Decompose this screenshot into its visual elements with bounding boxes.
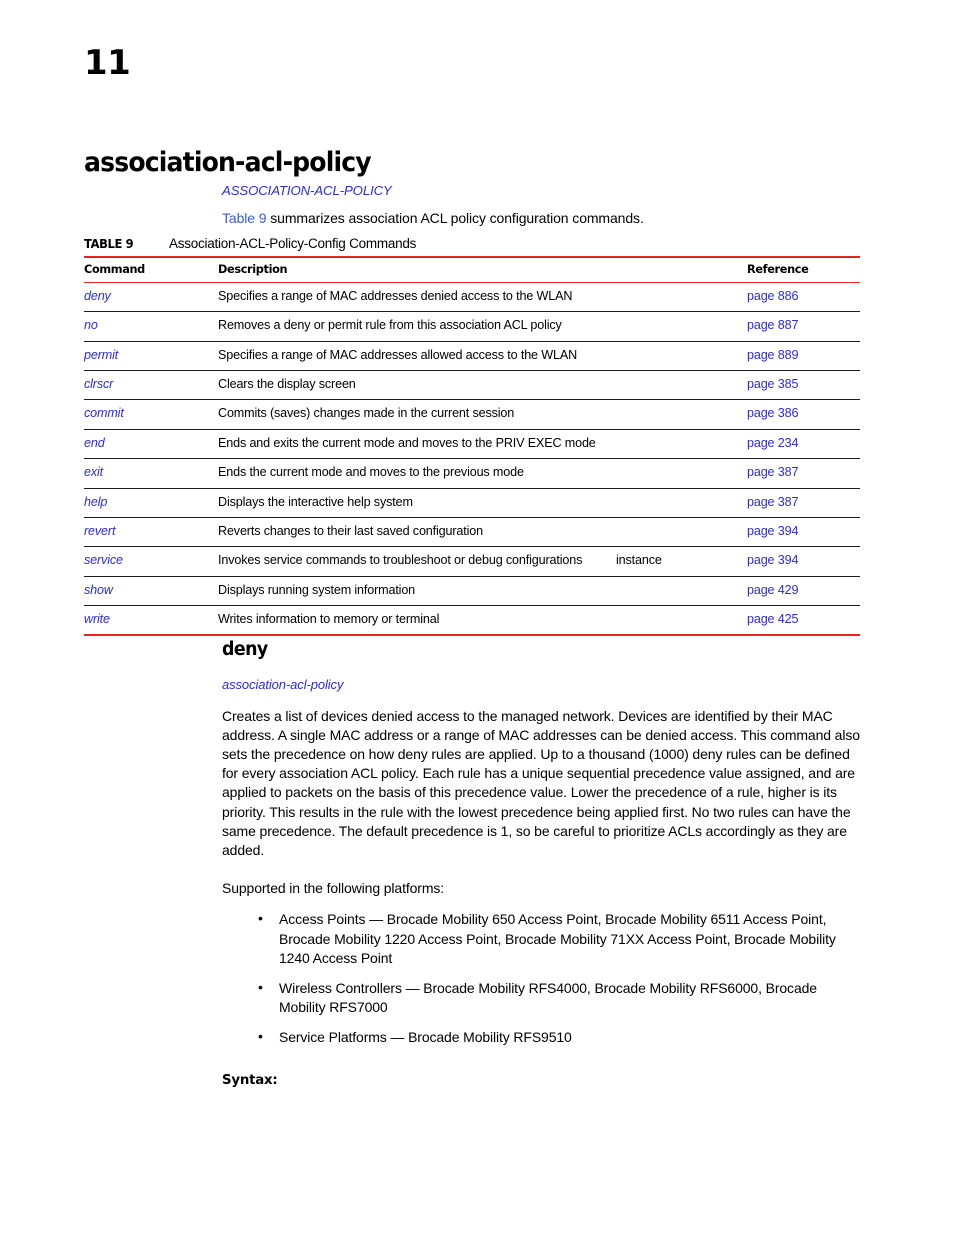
command-name-link[interactable]: commit bbox=[84, 399, 218, 430]
command-name-link[interactable]: service bbox=[84, 546, 218, 577]
reference-page-link[interactable]: page 889 bbox=[747, 341, 860, 372]
command-description-text: Specifies a range of MAC addresses denie… bbox=[218, 289, 573, 303]
reference-page-link[interactable]: page 429 bbox=[747, 576, 860, 606]
table-caption-label: TABLE 9 bbox=[84, 236, 134, 251]
platforms-list: • Access Points — Brocade Mobility 650 Ac… bbox=[222, 910, 867, 1047]
table-caption: TABLE 9 Association-ACL-Policy-Config Co… bbox=[84, 236, 860, 256]
document-page: 11 association-acl-policy ASSOCIATION-AC… bbox=[0, 0, 954, 1235]
platforms-lead-in: Supported in the following platforms: bbox=[222, 880, 445, 897]
command-description: Reverts changes to their last saved conf… bbox=[218, 517, 747, 548]
reference-page-link[interactable]: page 887 bbox=[747, 311, 860, 342]
deny-heading: deny bbox=[222, 639, 268, 660]
table-row: clrscr Clears the display screen page 385 bbox=[84, 370, 860, 401]
page-title: association-acl-policy bbox=[84, 147, 372, 179]
command-description: Displays running system information bbox=[218, 576, 747, 606]
table-row: no Removes a deny or permit rule from thi… bbox=[84, 311, 860, 342]
command-description: Ends the current mode and moves to the p… bbox=[218, 458, 747, 489]
command-name-link[interactable]: end bbox=[84, 429, 218, 460]
command-description: Clears the display screen bbox=[218, 370, 747, 401]
table-row: permit Specifies a range of MAC addresses… bbox=[84, 341, 860, 372]
command-description: Specifies a range of MAC addresses allow… bbox=[218, 341, 747, 372]
table-row: show Displays running system information p… bbox=[84, 576, 860, 606]
bullet-icon: • bbox=[258, 978, 263, 995]
commands-table-block: TABLE 9 Association-ACL-Policy-Config Co… bbox=[84, 236, 860, 637]
list-item-label: Access Points — Brocade Mobility 650 Acc… bbox=[279, 911, 836, 966]
command-description-text: Ends and exits the current mode and move… bbox=[218, 435, 596, 450]
intro-xref-link[interactable]: ASSOCIATION-ACL-POLICY bbox=[222, 183, 867, 198]
deny-xref-link[interactable]: association-acl-policy bbox=[222, 677, 867, 692]
table-header-row: Command Description Reference bbox=[84, 256, 860, 283]
table-row: exit Ends the current mode and moves to t… bbox=[84, 458, 860, 489]
command-description-text: Commits (saves) changes made in the curr… bbox=[218, 406, 515, 421]
reference-page-link[interactable]: page 394 bbox=[747, 517, 860, 548]
list-item-label: Service Platforms — Brocade Mobility RFS… bbox=[279, 1029, 572, 1046]
intro-sentence-rest: summarizes association ACL policy config… bbox=[266, 210, 644, 226]
command-description-text: Clears the display screen bbox=[218, 377, 356, 392]
command-inline-note: instance bbox=[616, 553, 662, 568]
deny-section: deny association-acl-policy Creates a li… bbox=[222, 639, 867, 1088]
list-item: • Access Points — Brocade Mobility 650 Ac… bbox=[222, 910, 867, 968]
table-row: revert Reverts changes to their last save… bbox=[84, 517, 860, 548]
command-description-text: Removes a deny or permit rule from this … bbox=[218, 318, 562, 333]
command-name-link[interactable]: write bbox=[84, 605, 218, 637]
reference-page-link[interactable]: page 387 bbox=[747, 488, 860, 518]
command-description-text: Specifies a range of MAC addresses allow… bbox=[218, 347, 578, 362]
command-name-link[interactable]: help bbox=[84, 488, 218, 518]
command-description: Removes a deny or permit rule from this … bbox=[218, 311, 747, 342]
command-name-link[interactable]: no bbox=[84, 311, 218, 342]
reference-page-link[interactable]: page 385 bbox=[747, 370, 860, 401]
command-description-text: Ends the current mode and moves to the p… bbox=[218, 465, 524, 480]
chapter-number: 11 bbox=[84, 43, 131, 83]
command-name-link[interactable]: deny bbox=[84, 282, 218, 313]
list-item: • Service Platforms — Brocade Mobility RF… bbox=[222, 1028, 867, 1047]
command-name-link[interactable]: revert bbox=[84, 517, 218, 548]
commands-table: Command Description Reference deny Specif… bbox=[84, 256, 860, 637]
reference-page-link[interactable]: page 234 bbox=[747, 429, 860, 460]
bullet-icon: • bbox=[258, 1028, 263, 1045]
reference-page-link[interactable]: page 425 bbox=[747, 605, 860, 637]
table-9-link[interactable]: Table 9 bbox=[222, 210, 267, 226]
table-row: service Invokes service commands to troub… bbox=[84, 546, 860, 577]
list-item: • Wireless Controllers — Brocade Mobility… bbox=[222, 979, 867, 1017]
command-description-text: Displays running system information bbox=[218, 582, 416, 597]
table-caption-text: Association-ACL-Policy-Config Commands bbox=[169, 236, 417, 251]
command-name-link[interactable]: exit bbox=[84, 458, 218, 489]
command-name-link[interactable]: permit bbox=[84, 341, 218, 372]
table-row: help Displays the interactive help system… bbox=[84, 488, 860, 518]
intro-sentence-wrapper: Table 9 summarizes association ACL polic… bbox=[222, 210, 644, 226]
command-description: Writes information to memory or terminal bbox=[218, 605, 747, 637]
list-item-label: Wireless Controllers — Brocade Mobility … bbox=[279, 979, 817, 1016]
table-body: deny Specifies a range of MAC addresses d… bbox=[84, 282, 860, 637]
reference-page-link[interactable]: page 386 bbox=[747, 399, 860, 430]
deny-description: Creates a list of devices denied access … bbox=[222, 707, 860, 858]
command-description: Ends and exits the current mode and move… bbox=[218, 429, 747, 460]
intro-xref-row: ASSOCIATION-ACL-POLICY bbox=[222, 183, 867, 198]
syntax-label: Syntax: bbox=[222, 1072, 278, 1088]
reference-page-link[interactable]: page 387 bbox=[747, 458, 860, 489]
table-row: commit Commits (saves) changes made in th… bbox=[84, 399, 860, 430]
command-description: Displays the interactive help system bbox=[218, 488, 747, 518]
command-description-text: Writes information to memory or terminal bbox=[218, 611, 440, 626]
command-description-text: Reverts changes to their last saved conf… bbox=[218, 523, 483, 538]
command-description: Specifies a range of MAC addresses denie… bbox=[218, 282, 747, 313]
intro-sentence: Table 9 summarizes association ACL polic… bbox=[222, 210, 867, 228]
column-header-command: Command bbox=[84, 256, 218, 283]
command-description: Invokes service commands to troubleshoot… bbox=[218, 546, 747, 577]
reference-page-link[interactable]: page 886 bbox=[747, 282, 860, 313]
command-name-link[interactable]: clrscr bbox=[84, 370, 218, 401]
table-row: deny Specifies a range of MAC addresses d… bbox=[84, 282, 860, 313]
table-row: end Ends and exits the current mode and m… bbox=[84, 429, 860, 460]
command-description: Commits (saves) changes made in the curr… bbox=[218, 399, 747, 430]
column-header-reference: Reference bbox=[747, 256, 860, 283]
reference-page-link[interactable]: page 394 bbox=[747, 546, 860, 577]
command-description-text: Invokes service commands to troubleshoot… bbox=[218, 553, 583, 568]
bullet-icon: • bbox=[258, 910, 263, 927]
table-row: write Writes information to memory or ter… bbox=[84, 605, 860, 637]
command-description-text: Displays the interactive help system bbox=[218, 494, 413, 509]
column-header-description: Description bbox=[218, 256, 747, 283]
command-name-link[interactable]: show bbox=[84, 576, 218, 606]
